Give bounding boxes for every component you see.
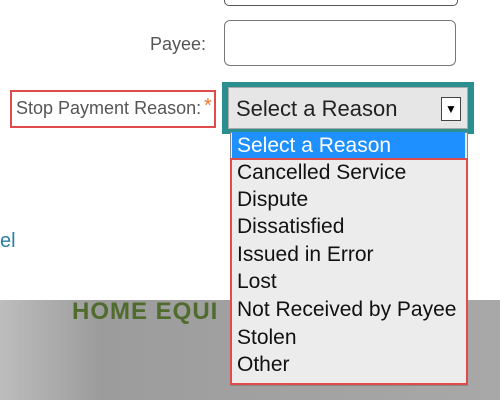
chevron-down-icon[interactable]: ▼ bbox=[441, 97, 461, 121]
reason-select-value: Select a Reason bbox=[236, 96, 398, 121]
previous-field-input[interactable] bbox=[224, 0, 458, 6]
payee-input[interactable] bbox=[224, 20, 456, 66]
cancel-link[interactable]: el bbox=[0, 230, 16, 253]
required-asterisk: * bbox=[204, 95, 212, 117]
dropdown-option[interactable]: Select a Reason bbox=[237, 133, 391, 158]
stop-payment-reason-label: Stop Payment Reason: bbox=[16, 98, 202, 118]
options-annotation-box bbox=[230, 158, 468, 385]
banner-text: HOME EQUI bbox=[72, 298, 219, 325]
payee-label: Payee: bbox=[149, 34, 206, 54]
